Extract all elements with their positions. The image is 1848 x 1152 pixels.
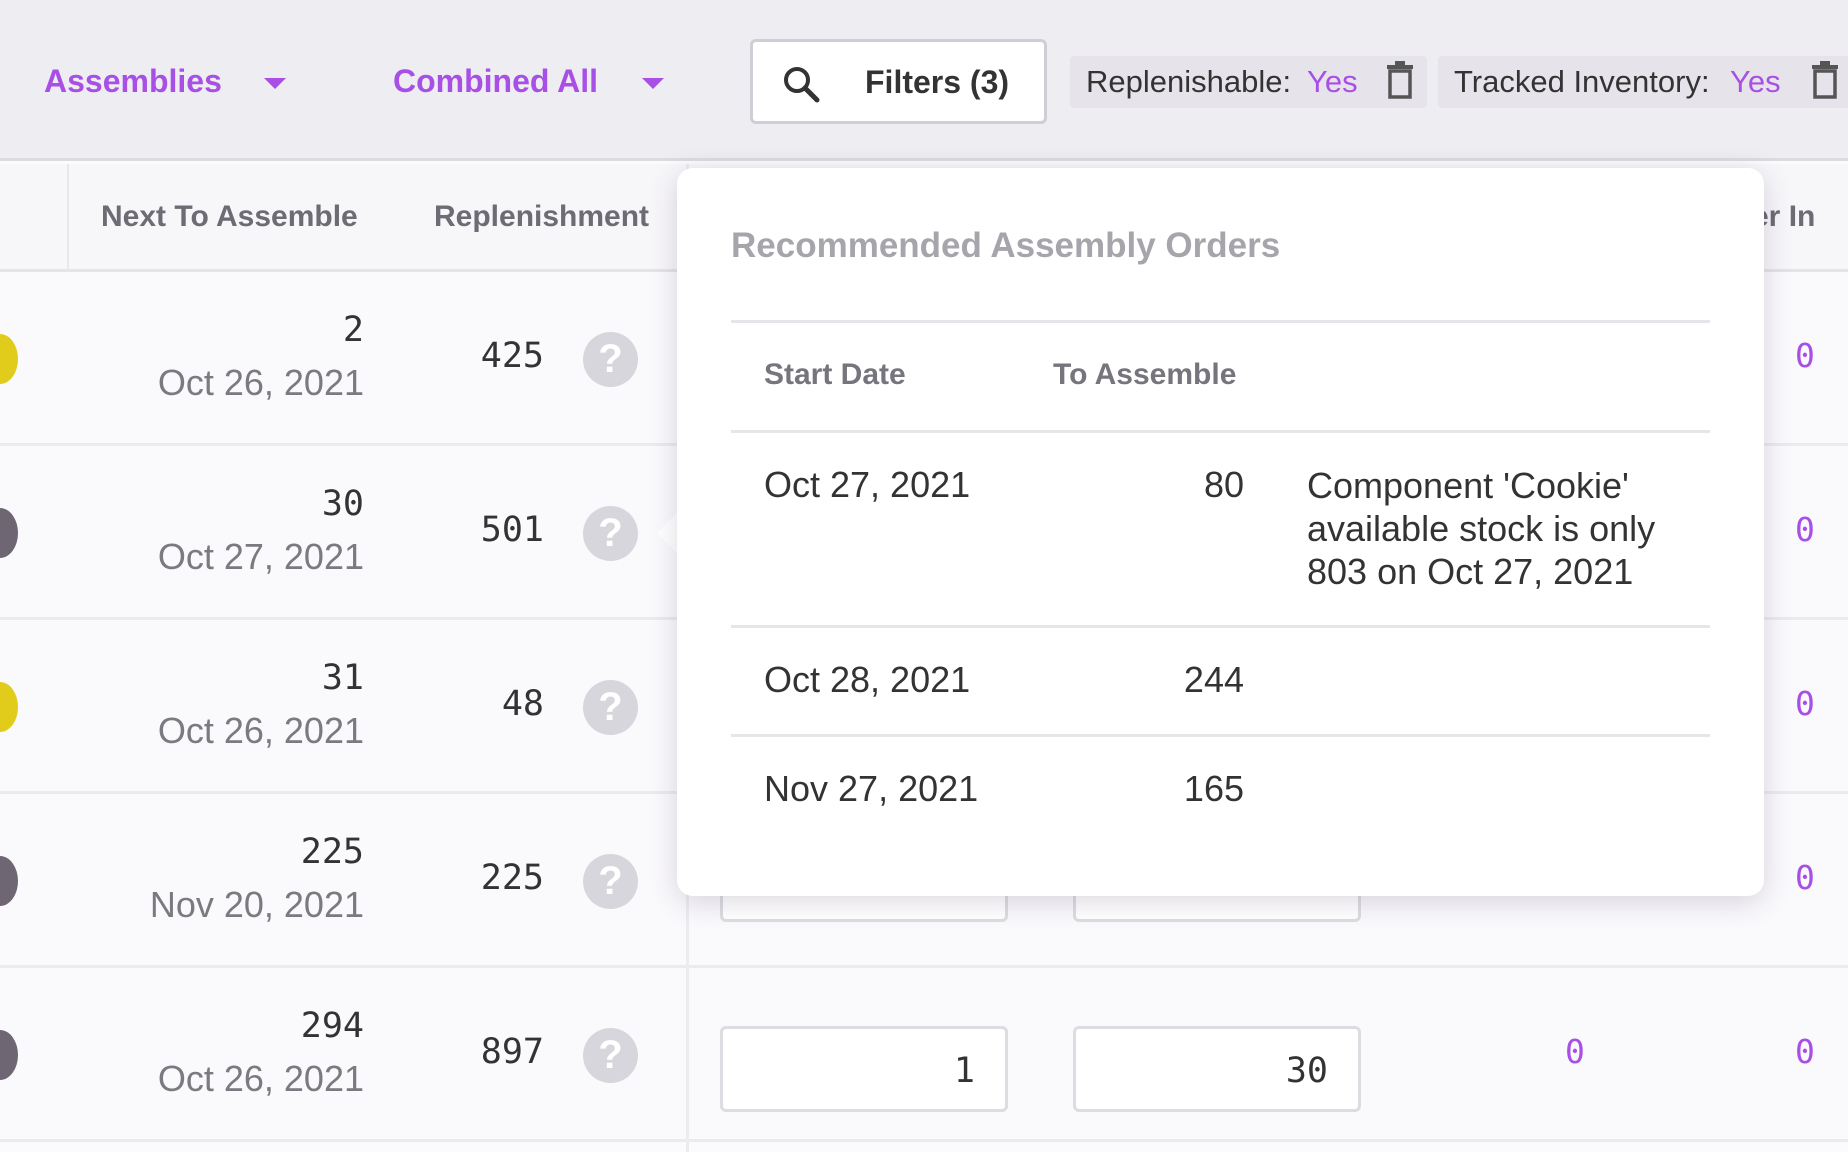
question-mark-icon[interactable]: ? xyxy=(583,1028,638,1083)
next-date: Oct 26, 2021 xyxy=(157,362,364,403)
type-dropdown-label: Assemblies xyxy=(44,62,222,99)
popover-to-assemble: 80 xyxy=(1203,464,1244,505)
chevron-down-icon xyxy=(642,78,664,89)
recommended-orders-popover: Recommended Assembly Orders Start Date T… xyxy=(677,168,1764,896)
popover-start-date: Oct 28, 2021 xyxy=(764,659,971,700)
popover-to-assemble: 165 xyxy=(1183,768,1244,809)
header-replenishment[interactable]: Replenishment xyxy=(434,200,649,234)
chip-key: Tracked Inventory: xyxy=(1454,64,1710,99)
status-dot xyxy=(0,1030,18,1080)
row-value: 0 xyxy=(1795,684,1815,723)
question-mark-icon[interactable]: ? xyxy=(583,506,638,561)
replenishment-value: 501 xyxy=(480,510,544,550)
next-date: Oct 26, 2021 xyxy=(157,1058,364,1099)
next-qty: 30 xyxy=(321,484,364,524)
header-next-to-assemble[interactable]: Next To Assemble xyxy=(101,200,358,234)
status-dot xyxy=(0,856,18,906)
filters-button-label: Filters (3) xyxy=(865,64,1010,100)
popover-header-start-date: Start Date xyxy=(764,358,906,391)
divider xyxy=(731,320,1710,323)
toolbar: Assemblies Combined All Filters (3) Repl… xyxy=(0,0,1848,161)
type-dropdown[interactable]: Assemblies xyxy=(44,58,294,104)
popover-start-date: Oct 27, 2021 xyxy=(764,464,971,505)
chip-key: Replenishable: xyxy=(1086,64,1292,99)
status-dot xyxy=(0,682,18,732)
row-value: 0 xyxy=(1795,336,1815,375)
row-value: 0 xyxy=(1795,858,1815,897)
filter-chip-tracked-inventory: Tracked Inventory: Yes xyxy=(1438,56,1848,108)
next-qty: 2 xyxy=(342,310,364,350)
status-dot xyxy=(0,334,18,384)
chevron-down-icon xyxy=(264,78,286,89)
question-mark-icon[interactable]: ? xyxy=(583,332,638,387)
divider xyxy=(731,734,1710,737)
location-dropdown[interactable]: Combined All xyxy=(393,58,673,104)
row-value: 0 xyxy=(1795,510,1815,549)
column-divider xyxy=(67,164,69,272)
search-icon xyxy=(784,67,820,103)
popover-to-assemble: 244 xyxy=(1183,659,1244,700)
next-date: Oct 27, 2021 xyxy=(157,536,364,577)
next-date: Oct 26, 2021 xyxy=(157,710,364,751)
popover-start-date: Nov 27, 2021 xyxy=(764,768,979,809)
row-value: 0 xyxy=(1565,1032,1585,1071)
chip-value: Yes xyxy=(1730,64,1781,99)
popover-header-to-assemble: To Assemble xyxy=(1053,358,1237,391)
question-mark-icon[interactable]: ? xyxy=(583,680,638,735)
next-qty: 225 xyxy=(300,832,364,872)
trash-icon[interactable] xyxy=(1385,60,1415,100)
order-quantity-input[interactable]: 1 xyxy=(720,1026,1008,1112)
next-qty: 31 xyxy=(321,658,364,698)
next-qty: 294 xyxy=(300,1006,364,1046)
chip-value: Yes xyxy=(1307,64,1358,99)
replenishment-value: 48 xyxy=(501,684,544,724)
replenishment-value: 225 xyxy=(480,858,544,898)
status-dot xyxy=(0,508,18,558)
replenishment-value: 425 xyxy=(480,336,544,376)
next-date: Nov 20, 2021 xyxy=(149,884,364,925)
filters-button[interactable]: Filters (3) xyxy=(750,39,1047,124)
popover-title: Recommended Assembly Orders xyxy=(731,226,1281,265)
replenishment-value: 897 xyxy=(480,1032,544,1072)
popover-note: Component 'Cookie' available stock is on… xyxy=(1307,465,1656,592)
divider xyxy=(731,430,1710,433)
location-dropdown-label: Combined All xyxy=(393,62,599,99)
table-row: 294 Oct 26, 2021 897 ? 1 30 0 0 xyxy=(0,968,1848,1142)
order-days-input[interactable]: 30 xyxy=(1073,1026,1361,1112)
row-value: 0 xyxy=(1795,1032,1815,1071)
question-mark-icon[interactable]: ? xyxy=(583,854,638,909)
filter-chip-replenishable: Replenishable: Yes xyxy=(1070,56,1427,108)
divider xyxy=(731,625,1710,628)
trash-icon[interactable] xyxy=(1810,60,1840,100)
